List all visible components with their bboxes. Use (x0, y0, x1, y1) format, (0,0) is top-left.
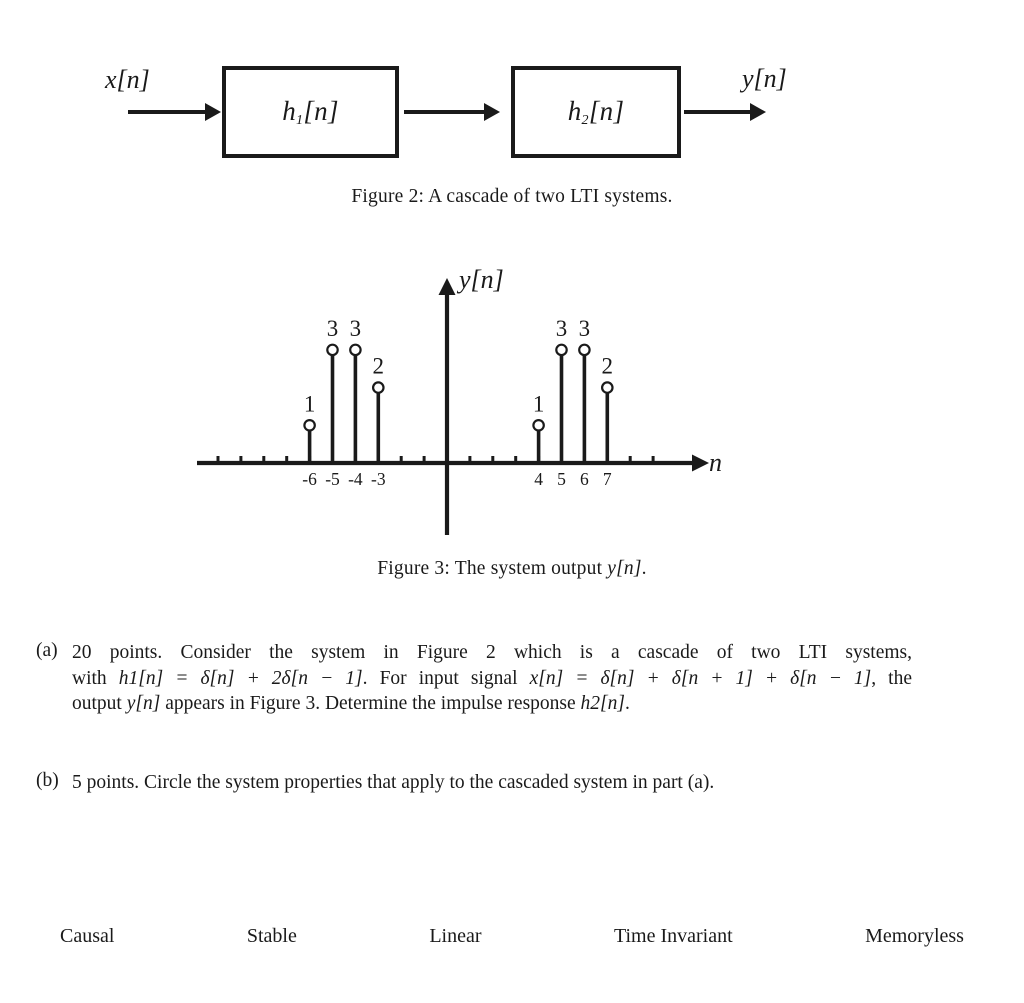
x-tick-label: 7 (603, 469, 612, 489)
x-axis-label: n (709, 448, 722, 477)
x-tick-label: -3 (371, 469, 386, 489)
qa-l2-math-h1: h1[n] = δ[n] + 2δ[n − 1] (118, 667, 363, 689)
question-a-line-1: 20 points. Consider the system in Figure… (72, 642, 912, 663)
property-option[interactable]: Causal (60, 925, 114, 948)
stem-marker (371, 381, 385, 394)
stem-value-label: 3 (579, 316, 591, 341)
stem-marker (349, 343, 362, 357)
qa-l2-mid: . For input signal (362, 667, 530, 689)
figure-3-caption-math: y[n] (607, 558, 642, 579)
qa-l2-math-x: x[n] = δ[n] + δ[n + 1] + δ[n − 1] (529, 667, 872, 689)
question-b-label: (b) (36, 770, 59, 791)
x-tick-label: 4 (534, 469, 543, 489)
question-a-body: 20 points. Consider the system in Figure… (72, 640, 912, 717)
stem-value-label: 2 (373, 354, 385, 379)
stem-marker (600, 381, 614, 394)
stem-value-label: 3 (327, 316, 339, 341)
property-option[interactable]: Linear (429, 925, 481, 948)
qa-l3-pre: output (72, 693, 127, 714)
question-a-label: (a) (36, 640, 58, 661)
stem-marker (326, 343, 339, 357)
question-a-line-3: output y[n] appears in Figure 3. Determi… (72, 691, 912, 717)
stem-marker (555, 343, 568, 357)
stem-value-label: 3 (350, 316, 362, 341)
stem-plot-svg: -6 -5 -4 -3 4 5 6 713 3213 32 (197, 278, 709, 535)
figure-3-caption-suffix: . (641, 558, 647, 579)
stem-value-label: 2 (602, 354, 614, 379)
x-tick-label: -6 (302, 469, 317, 489)
y-axis-label: y[n] (459, 265, 504, 294)
x-axis-arrowhead (692, 454, 709, 472)
x-tick-label: -5 (325, 469, 340, 489)
figure-3-caption-prefix: Figure 3: The system output (377, 558, 608, 579)
exam-page: x[n] h1[n] h2[n] y[n] Figure 2: A cascad… (0, 0, 1024, 1003)
stem-marker (578, 343, 591, 357)
figure-3-stem-plot: -6 -5 -4 -3 4 5 6 7 1 3 3 2 1 3 3 2 y[n] n Figure 3: Th… (0, 0, 1024, 600)
qa-l2-post: , the (871, 667, 912, 689)
stem-marker (532, 418, 545, 432)
figure-3-caption: Figure 3: The system output y[n]. (0, 558, 1024, 580)
qa-l3-math-h2: h2[n] (580, 693, 625, 714)
x-tick-label: 5 (557, 469, 566, 489)
stem-value-label: 1 (533, 391, 545, 416)
stem-value-label: 1 (304, 391, 316, 416)
property-option[interactable]: Stable (247, 925, 297, 948)
property-option[interactable]: Time Invariant (614, 925, 733, 948)
qa-l2-pre: with (72, 667, 119, 689)
system-properties-row: Causal Stable Linear Time Invariant Memoryle… (60, 925, 964, 948)
y-axis-arrowhead (438, 278, 456, 295)
stem-value-label: 3 (556, 316, 568, 341)
qa-l3-mid: appears in Figure 3. Determine the impul… (160, 693, 581, 714)
question-b-body: 5 points. Circle the system properties t… (72, 772, 715, 793)
x-tick-label: -4 (348, 469, 363, 489)
question-a-line-2: with h1[n] = δ[n] + 2δ[n − 1]. For input… (72, 666, 912, 692)
qa-l3-math-y: y[n] (126, 693, 161, 714)
qa-l3-post: . (624, 693, 630, 714)
property-option[interactable]: Memoryless (865, 925, 964, 948)
x-tick-label: 6 (580, 469, 589, 489)
stem-marker (303, 418, 316, 432)
